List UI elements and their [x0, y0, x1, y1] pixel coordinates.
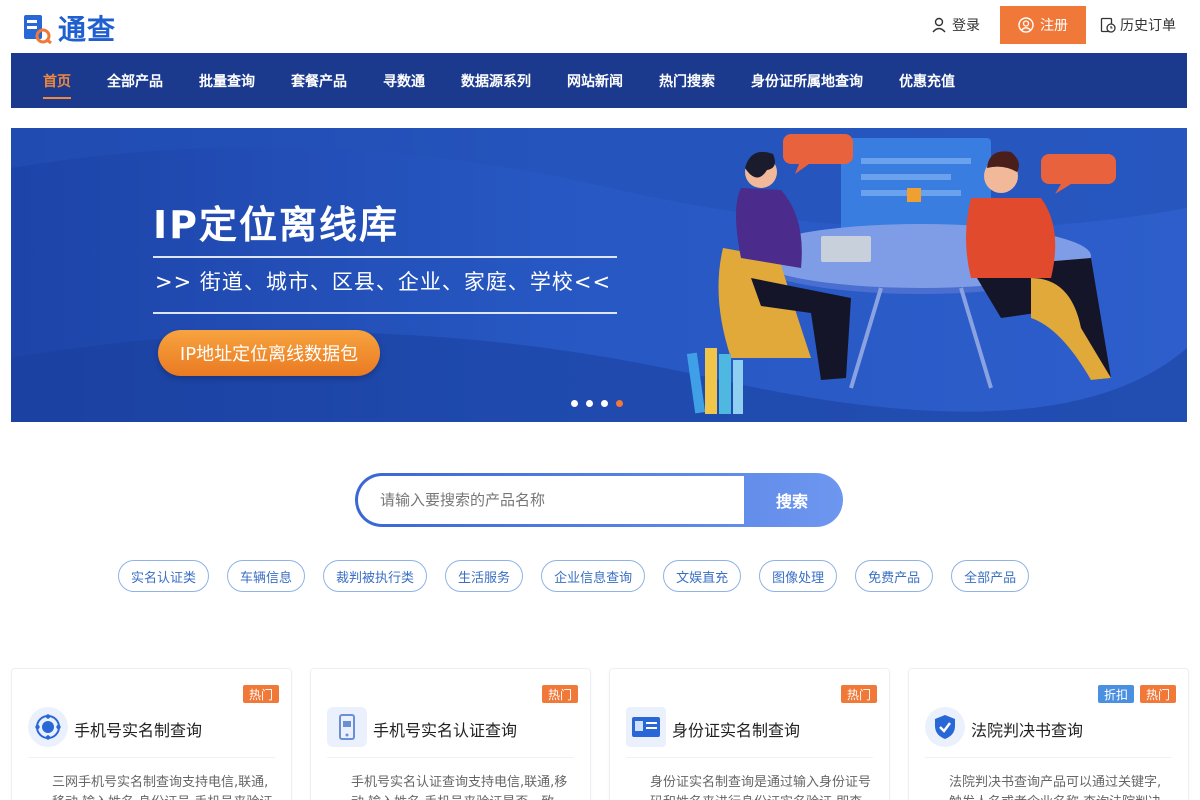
product-card[interactable]: 折扣 热门 法院判决书查询 法院判决书查询产品可以通过关键字,触发人名或者企业名… — [908, 668, 1189, 800]
search-input[interactable] — [358, 476, 744, 524]
logo[interactable]: 通查 — [22, 8, 116, 48]
nav-item-hot-search[interactable]: 热门搜索 — [659, 53, 715, 108]
logo-text: 通查 — [58, 13, 117, 46]
card-badges: 热门 — [541, 685, 578, 703]
hot-badge: 热门 — [242, 685, 279, 703]
tag-all-products[interactable]: 全部产品 — [951, 560, 1030, 592]
card-title: 身份证实名制查询 — [672, 721, 801, 740]
nav-item-data-sources[interactable]: 数据源系列 — [461, 53, 531, 108]
history-orders-link[interactable]: 历史订单 — [1100, 15, 1176, 35]
register-label: 注册 — [1040, 17, 1068, 33]
search-bar: 搜索 — [355, 473, 843, 527]
nav-item-home[interactable]: 首页 — [43, 53, 71, 108]
carousel-dot[interactable] — [601, 400, 608, 407]
login-link[interactable]: 登录 — [926, 15, 986, 35]
card-description: 身份证实名制查询是通过输入身份证号码和姓名来进行身份证实名验证,即查 — [650, 775, 872, 800]
carousel-dot-active[interactable] — [616, 400, 623, 407]
tag-real-name[interactable]: 实名认证类 — [118, 560, 210, 592]
hot-badge: 热门 — [541, 685, 578, 703]
banner-divider-bottom — [153, 312, 617, 314]
login-label: 登录 — [952, 18, 980, 34]
card-title: 手机号实名认证查询 — [373, 721, 518, 740]
card-title: 法院判决书查询 — [971, 721, 1084, 740]
card-divider — [28, 757, 275, 758]
card-divider — [925, 757, 1172, 758]
product-card[interactable]: 热门 身份证实名制查询 身份证实名制查询是通过输入身份证号码和姓名来进行身份证实… — [609, 668, 890, 800]
nav-item-xunshutong[interactable]: 寻数通 — [383, 53, 425, 108]
hero-banner[interactable]: IP定位离线库 >> 街道、城市、区县、企业、家庭、学校<< IP地址定位离线数… — [11, 128, 1187, 422]
tag-life-services[interactable]: 生活服务 — [445, 560, 524, 592]
order-history-icon — [1100, 17, 1116, 33]
tag-enterprise-info[interactable]: 企业信息查询 — [541, 560, 646, 592]
meeting-illustration — [686, 134, 1116, 414]
discount-badge: 折扣 — [1097, 685, 1134, 703]
banner-divider-top — [153, 256, 617, 258]
logo-icon — [22, 12, 52, 45]
header-actions: 登录 注册 历史订单 — [926, 6, 1176, 44]
tag-entertainment-recharge[interactable]: 文娱直充 — [663, 560, 742, 592]
tag-vehicle-info[interactable]: 车辆信息 — [227, 560, 306, 592]
main-nav: 首页 全部产品 批量查询 套餐产品 寻数通 数据源系列 网站新闻 热门搜索 身份… — [11, 53, 1187, 108]
mobile-phone-icon — [327, 707, 367, 747]
nav-item-news[interactable]: 网站新闻 — [567, 53, 623, 108]
card-divider — [626, 757, 873, 758]
card-badges: 热门 — [242, 685, 279, 703]
category-tags: 实名认证类 车辆信息 裁判被执行类 生活服务 企业信息查询 文娱直充 图像处理 … — [118, 560, 1030, 592]
register-button[interactable]: 注册 — [1000, 6, 1086, 44]
user-icon — [932, 17, 946, 33]
shield-check-icon — [925, 707, 965, 747]
card-title: 手机号实名制查询 — [74, 721, 203, 740]
card-badges: 折扣 热门 — [1097, 685, 1176, 703]
nav-item-id-location[interactable]: 身份证所属地查询 — [751, 53, 863, 108]
hot-badge: 热门 — [1139, 685, 1176, 703]
card-description: 手机号实名认证查询支持电信,联通,移动,输入姓名,手机号来验证是否一致 — [351, 775, 568, 800]
nav-item-recharge[interactable]: 优惠充值 — [899, 53, 955, 108]
history-label: 历史订单 — [1120, 18, 1176, 34]
id-card-icon — [626, 707, 666, 747]
user-circle-icon — [1018, 17, 1034, 33]
carousel-dots — [571, 400, 623, 407]
card-description: 法院判决书查询产品可以通过关键字,触发人名或者企业名称,查询法院判决书 — [949, 775, 1162, 800]
product-card[interactable]: 热门 手机号实名认证查询 手机号实名认证查询支持电信,联通,移动,输入姓名,手机… — [310, 668, 591, 800]
card-badges: 热门 — [840, 685, 877, 703]
nav-item-batch-query[interactable]: 批量查询 — [199, 53, 255, 108]
search-button[interactable]: 搜索 — [744, 476, 840, 524]
hot-badge: 热门 — [840, 685, 877, 703]
banner-title: IP定位离线库 — [153, 203, 399, 247]
phone-radar-icon — [28, 707, 68, 747]
carousel-dot[interactable] — [586, 400, 593, 407]
card-divider — [327, 757, 574, 758]
header: 通查 登录 注册 历史订单 — [0, 0, 1200, 52]
carousel-dot[interactable] — [571, 400, 578, 407]
tag-image-processing[interactable]: 图像处理 — [759, 560, 838, 592]
banner-cta-button[interactable]: IP地址定位离线数据包 — [158, 330, 380, 376]
tag-free-products[interactable]: 免费产品 — [855, 560, 934, 592]
tag-judgment[interactable]: 裁判被执行类 — [323, 560, 428, 592]
product-cards: 热门 手机号实名制查询 三网手机号实名制查询支持电信,联通,移动,输入姓名,身份… — [11, 668, 1189, 800]
banner-subtitle: >> 街道、城市、区县、企业、家庭、学校<< — [155, 270, 612, 294]
nav-item-all-products[interactable]: 全部产品 — [107, 53, 163, 108]
nav-item-packages[interactable]: 套餐产品 — [291, 53, 347, 108]
card-description: 三网手机号实名制查询支持电信,联通,移动,输入姓名,身份证号,手机号来验证 — [52, 775, 272, 800]
product-card[interactable]: 热门 手机号实名制查询 三网手机号实名制查询支持电信,联通,移动,输入姓名,身份… — [11, 668, 292, 800]
